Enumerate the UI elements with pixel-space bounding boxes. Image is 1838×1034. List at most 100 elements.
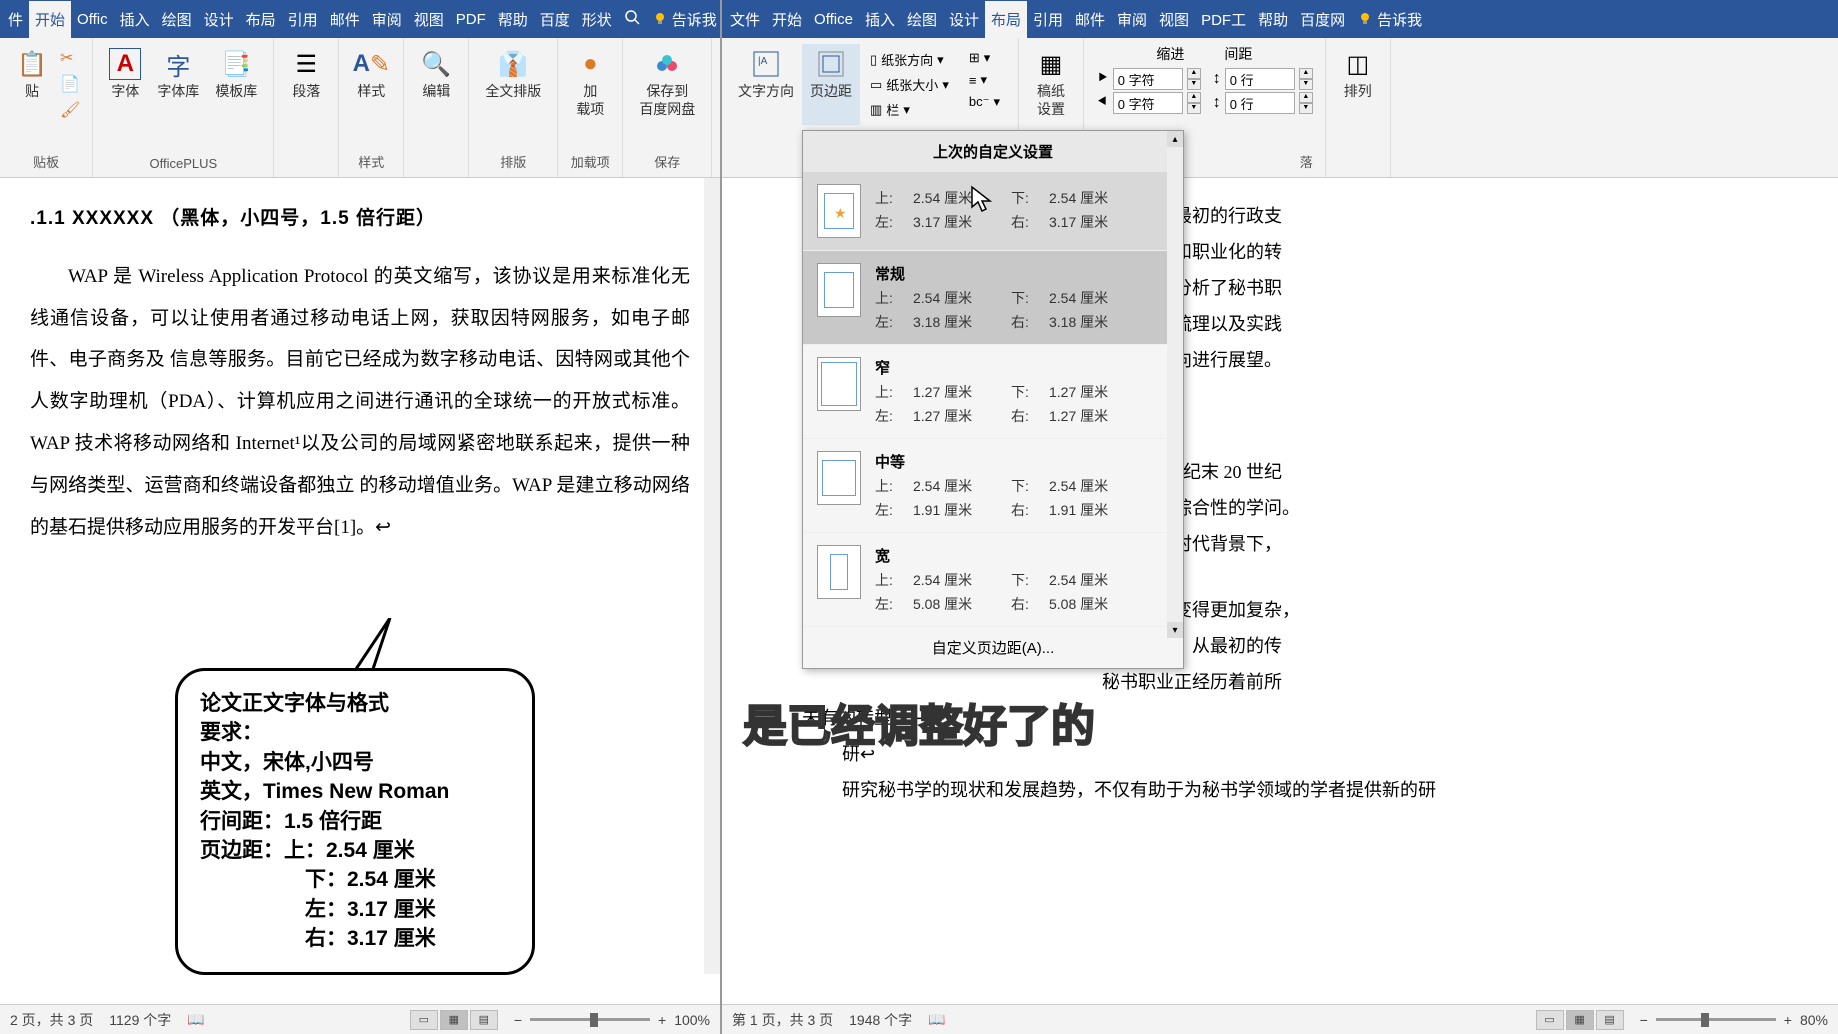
margins-preset-中等[interactable]: 中等 上:2.54 厘米 下:2.54 厘米 左:1.91 厘米 右:1.91 …: [803, 439, 1183, 533]
size-button[interactable]: ▭纸张大小 ▾: [864, 73, 955, 96]
menu-layout[interactable]: 布局: [240, 1, 282, 38]
paste-icon: 📋: [16, 48, 48, 80]
copy-icon[interactable]: 📄: [60, 74, 80, 94]
indent-left-spinner[interactable]: ▲▼: [1187, 68, 1201, 90]
zoom-out-r[interactable]: −: [1640, 1012, 1648, 1028]
breaks-button[interactable]: ⊞ ▾: [963, 48, 1006, 68]
margins-preset-常规[interactable]: 常规 上:2.54 厘米 下:2.54 厘米 左:3.18 厘米 右:3.18 …: [803, 251, 1183, 345]
fulltext-button[interactable]: 👔 全文排版: [477, 44, 549, 104]
menu-draw-r[interactable]: 绘图: [901, 1, 943, 38]
menu-home-r[interactable]: 开始: [766, 1, 808, 38]
menu-office[interactable]: Offic: [71, 3, 114, 36]
margins-preset-宽[interactable]: 宽 上:2.54 厘米 下:2.54 厘米 左:5.08 厘米 右:5.08 厘…: [803, 533, 1183, 627]
menu-file[interactable]: 件: [2, 1, 29, 38]
menu-office-r[interactable]: Office: [808, 3, 859, 36]
format-painter-icon[interactable]: 🖌: [60, 100, 80, 120]
web-view-r[interactable]: ▤: [1596, 1010, 1624, 1030]
menu-mail[interactable]: 邮件: [324, 1, 366, 38]
save-baidu-button[interactable]: 保存到 百度网盘: [631, 44, 703, 122]
document-area-left[interactable]: .1.1 XXXXXX （黑体，小四号，1.5 倍行距） WAP 是 Wirel…: [0, 178, 720, 1004]
font-button[interactable]: A 字体: [101, 44, 149, 104]
print-view-r[interactable]: ▦: [1566, 1010, 1594, 1030]
page-indicator[interactable]: 2 页，共 3 页: [10, 1010, 93, 1030]
orientation-button[interactable]: ▯纸张方向 ▾: [864, 48, 955, 71]
hyphenation-button[interactable]: bc⁻ ▾: [963, 92, 1006, 112]
menu-search[interactable]: [618, 1, 646, 37]
page-indicator-r[interactable]: 第 1 页，共 3 页: [732, 1010, 833, 1030]
menu-references[interactable]: 引用: [282, 1, 324, 38]
tell-me-r[interactable]: 告诉我: [1351, 1, 1428, 38]
word-count-r[interactable]: 1948 个字: [849, 1010, 912, 1030]
menu-design[interactable]: 设计: [198, 1, 240, 38]
paragraph-button[interactable]: ☰ 段落: [282, 44, 330, 104]
zoom-level[interactable]: 100%: [674, 1012, 710, 1028]
menu-help-r[interactable]: 帮助: [1252, 1, 1294, 38]
menu-references-r[interactable]: 引用: [1027, 1, 1069, 38]
spellcheck-icon-r[interactable]: 📖: [928, 1011, 945, 1028]
menu-view[interactable]: 视图: [408, 1, 450, 38]
menu-insert-r[interactable]: 插入: [859, 1, 901, 38]
zoom-slider[interactable]: [530, 1018, 650, 1021]
top-value: 1.27 厘米: [913, 382, 1003, 402]
paste-button[interactable]: 📋 贴: [8, 44, 56, 124]
menu-design-r[interactable]: 设计: [943, 1, 985, 38]
menu-mail-r[interactable]: 邮件: [1069, 1, 1111, 38]
print-view[interactable]: ▦: [440, 1010, 468, 1030]
zoom-in-r[interactable]: +: [1784, 1012, 1792, 1028]
menu-pdf[interactable]: PDF: [450, 3, 492, 36]
menu-shape[interactable]: 形状: [576, 1, 618, 38]
menu-file-r[interactable]: 文件: [724, 1, 766, 38]
menu-view-r[interactable]: 视图: [1153, 1, 1195, 38]
bottom-value: 2.54 厘米: [1049, 476, 1129, 496]
web-view[interactable]: ▤: [470, 1010, 498, 1030]
text-direction-button[interactable]: |A 文字方向: [730, 44, 802, 125]
bubble-line: 要求：: [200, 718, 510, 747]
menu-baidu-r[interactable]: 百度网: [1294, 1, 1351, 38]
font-lib-button[interactable]: 字 字体库: [149, 44, 207, 104]
spacing-before-spinner[interactable]: ▲▼: [1299, 68, 1313, 90]
arrange-button[interactable]: ◫ 排列: [1334, 44, 1382, 104]
scroll-up[interactable]: ▴: [1167, 131, 1183, 147]
manuscript-button[interactable]: ▦ 稿纸 设置: [1027, 44, 1075, 122]
spacing-before-input[interactable]: [1225, 68, 1295, 90]
indent-right-spinner[interactable]: ▲▼: [1187, 92, 1201, 114]
zoom-level-r[interactable]: 80%: [1800, 1012, 1828, 1028]
margins-button[interactable]: 页边距: [802, 44, 860, 125]
spacing-after-spinner[interactable]: ▲▼: [1299, 92, 1313, 114]
menu-baidu[interactable]: 百度: [534, 1, 576, 38]
menu-layout-r[interactable]: 布局: [985, 1, 1027, 38]
menu-help[interactable]: 帮助: [492, 1, 534, 38]
zoom-out[interactable]: −: [514, 1012, 522, 1028]
vertical-scrollbar-left[interactable]: [704, 178, 720, 974]
top-label: 上:: [875, 382, 905, 402]
menu-draw[interactable]: 绘图: [156, 1, 198, 38]
read-view[interactable]: ▭: [410, 1010, 438, 1030]
line-numbers-button[interactable]: ≡ ▾: [963, 70, 1006, 90]
menu-review[interactable]: 审阅: [366, 1, 408, 38]
columns-button[interactable]: ▥栏 ▾: [864, 98, 955, 121]
read-view-r[interactable]: ▭: [1536, 1010, 1564, 1030]
zoom-slider-r[interactable]: [1656, 1018, 1776, 1021]
cut-icon[interactable]: ✂: [60, 48, 80, 68]
template-button[interactable]: 📑 模板库: [207, 44, 265, 104]
edit-button[interactable]: 🔍 编辑: [412, 44, 460, 104]
menu-review-r[interactable]: 审阅: [1111, 1, 1153, 38]
addon-button[interactable]: ● 加 载项: [566, 44, 614, 122]
indent-left-input[interactable]: [1113, 68, 1183, 90]
style-button[interactable]: A✎ 样式: [347, 44, 395, 104]
spellcheck-icon[interactable]: 📖: [187, 1011, 204, 1028]
menu-home[interactable]: 开始: [29, 1, 71, 38]
scroll-down[interactable]: ▾: [1167, 622, 1183, 638]
word-count[interactable]: 1129 个字: [109, 1010, 171, 1030]
indent-left-icon: ⯈: [1096, 70, 1109, 88]
tell-me[interactable]: 告诉我: [646, 1, 723, 38]
margins-preset-窄[interactable]: 窄 上:1.27 厘米 下:1.27 厘米 左:1.27 厘米 右:1.27 厘…: [803, 345, 1183, 439]
menu-pdf-r[interactable]: PDF工: [1195, 1, 1252, 38]
paste-label: 贴: [25, 82, 39, 100]
custom-margins-option[interactable]: 自定义页边距(A)...: [803, 627, 1183, 668]
spacing-after-input[interactable]: [1225, 92, 1295, 114]
dropdown-scrollbar[interactable]: ▴ ▾: [1167, 131, 1183, 638]
menu-insert[interactable]: 插入: [114, 1, 156, 38]
zoom-in[interactable]: +: [658, 1012, 666, 1028]
indent-right-input[interactable]: [1113, 92, 1183, 114]
